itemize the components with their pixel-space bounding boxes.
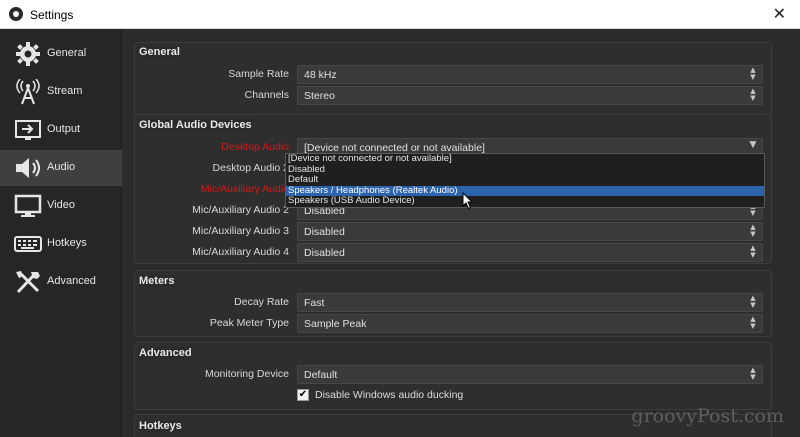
channels-select[interactable]: Stereo ▲ ▼ [297,86,763,105]
general-group: General Sample Rate 48 kHz ▲ ▼ Channels S… [134,42,772,117]
output-monitor-icon [13,117,43,143]
dropdown-option[interactable]: Default [286,174,764,186]
combo-value: Disabled [304,247,345,259]
sidebar-item-label: Audio [47,161,76,173]
obs-logo-icon [9,7,23,21]
combo-value: Stereo [304,90,335,102]
disable-ducking-label[interactable]: Disable Windows audio ducking [315,389,463,401]
monitoring-device-row: Monitoring Device Default ▲ ▼ [135,365,773,384]
desktop-audio-label: Desktop Audio [221,141,289,153]
sample-rate-row: Sample Rate 48 kHz ▲ ▼ [135,65,773,84]
sidebar-item-output[interactable]: Output [0,112,122,148]
mic-aux-2-label: Mic/Auxiliary Audio 2 [192,204,289,216]
group-title: Advanced [139,347,192,359]
broadcast-tower-icon [13,78,43,105]
combo-value: Disabled [304,226,345,238]
mic-aux-4-label: Mic/Auxiliary Audio 4 [192,246,289,258]
sidebar-item-stream[interactable]: Stream [0,74,122,110]
sample-rate-label: Sample Rate [228,68,289,80]
peak-meter-type-row: Peak Meter Type Sample Peak ▲ ▼ [135,314,773,333]
monitoring-device-label: Monitoring Device [204,368,289,380]
sidebar-item-audio[interactable]: Audio [0,150,122,186]
combo-value: Default [304,369,338,381]
watermark: groovyPost.com [631,405,784,427]
chevron-updown-icon: ▲▼ [750,244,756,259]
window-title: Settings [30,8,74,22]
peak-meter-type-select[interactable]: Sample Peak ▲ ▼ [297,314,763,333]
mic-aux-4-row: Mic/Auxiliary Audio 4 Disabled ▲ ▼ [135,243,773,262]
desktop-audio-dropdown-list: [Device not connected or not available] … [285,153,765,208]
advanced-group: Advanced Monitoring Device Default ▲ ▼ ✔ … [134,342,772,410]
dropdown-option[interactable]: Disabled [286,164,764,176]
sample-rate-select[interactable]: 48 kHz ▲ ▼ [297,65,763,84]
tools-icon [13,269,43,295]
mic-aux-4-select[interactable]: Disabled ▲ ▼ [297,243,763,262]
sidebar-item-advanced[interactable]: Advanced [0,264,122,300]
sidebar-item-label: Output [47,123,81,135]
chevron-updown-icon: ▲▼ [750,315,756,330]
combo-value: 48 kHz [304,69,337,81]
settings-content: General Sample Rate 48 kHz ▲ ▼ Channels S… [122,30,800,437]
mic-aux-3-label: Mic/Auxiliary Audio 3 [192,225,289,237]
monitor-icon [13,193,43,219]
settings-sidebar: General Stream Output Audio Video Hotkey… [0,30,122,437]
combo-value: Sample Peak [304,318,367,330]
group-title: General [139,46,180,58]
ducking-row: ✔ Disable Windows audio ducking [135,387,773,406]
sidebar-item-general[interactable]: General [0,36,122,72]
sidebar-item-label: General [47,47,87,59]
channels-label: Channels [244,89,289,101]
sidebar-item-video[interactable]: Video [0,188,122,224]
chevron-updown-icon: ▲▼ [750,366,756,381]
sidebar-item-label: Stream [47,85,83,97]
decay-rate-row: Decay Rate Fast ▲ ▼ [135,293,773,312]
title-bar: Settings ✕ [0,0,800,29]
peak-meter-type-label: Peak Meter Type [209,317,289,329]
mouse-cursor-icon [462,192,474,210]
mic-aux-label: Mic/Auxiliary Audio [200,183,289,195]
decay-rate-select[interactable]: Fast ▲ ▼ [297,293,763,312]
dropdown-option[interactable]: Speakers (USB Audio Device) [286,195,764,207]
monitoring-device-select[interactable]: Default ▲ ▼ [297,365,763,384]
group-title: Meters [139,275,175,287]
group-title: Hotkeys [139,420,182,432]
sidebar-item-label: Video [47,199,75,211]
sidebar-item-label: Advanced [47,275,96,287]
sidebar-item-hotkeys[interactable]: Hotkeys [0,226,122,262]
keyboard-icon [13,231,43,257]
meters-group: Meters Decay Rate Fast ▲ ▼ Peak Meter Typ… [134,270,772,337]
disable-ducking-checkbox[interactable]: ✔ [297,389,309,401]
close-icon[interactable]: ✕ [773,4,786,23]
channels-row: Channels Stereo ▲ ▼ [135,86,773,105]
speaker-icon [13,155,43,181]
mic-aux-3-select[interactable]: Disabled ▲ ▼ [297,222,763,241]
chevron-updown-icon: ▲▼ [750,66,756,81]
combo-value: Fast [304,297,325,309]
chevron-updown-icon: ▲▼ [750,87,756,102]
mic-aux-3-row: Mic/Auxiliary Audio 3 Disabled ▲ ▼ [135,222,773,241]
decay-rate-label: Decay Rate [234,296,289,308]
sidebar-item-label: Hotkeys [47,237,87,249]
chevron-updown-icon: ▲▼ [750,294,756,309]
chevron-updown-icon: ▲▼ [750,223,756,238]
gear-icon [13,41,43,67]
dropdown-option[interactable]: [Device not connected or not available] [286,153,764,165]
group-title: Global Audio Devices [139,119,252,131]
desktop-audio-2-label: Desktop Audio 2 [212,162,289,174]
scrollbar-track[interactable] [788,30,800,437]
